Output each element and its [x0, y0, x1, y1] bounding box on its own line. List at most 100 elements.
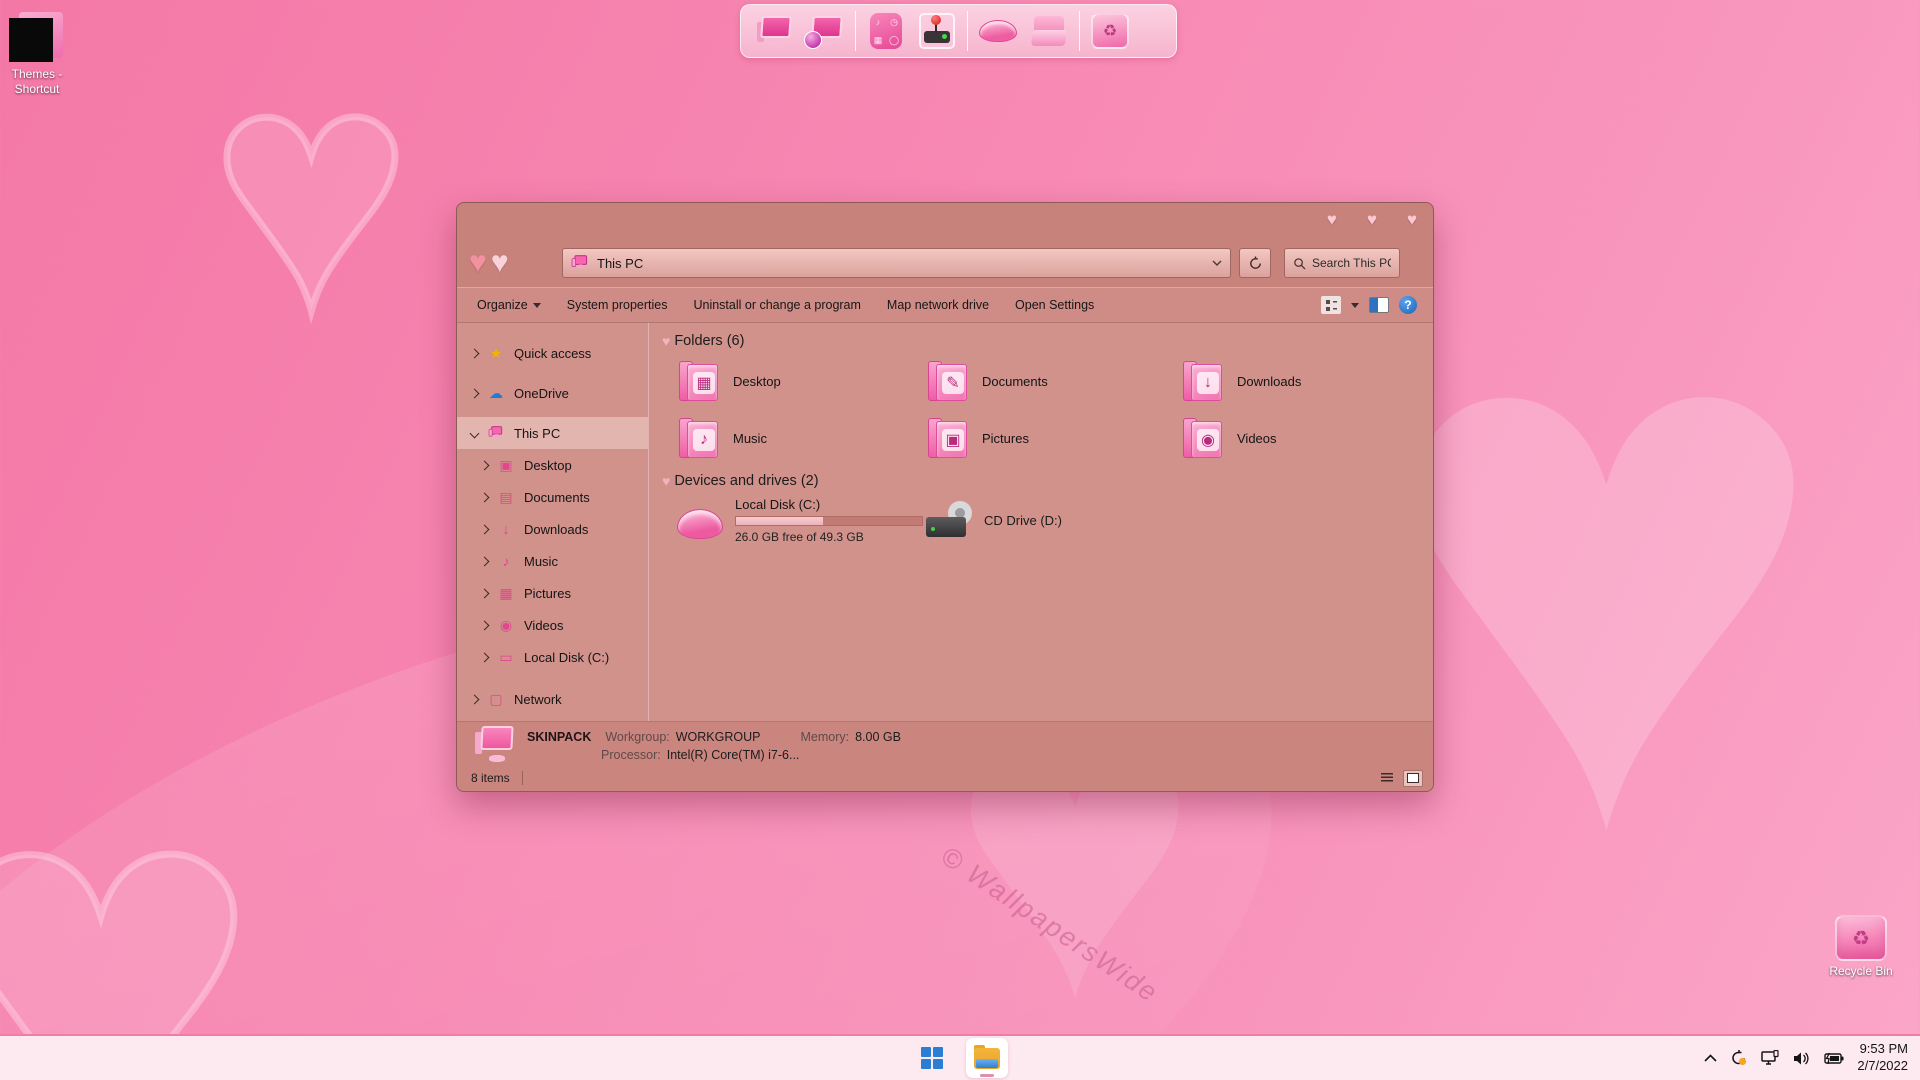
command-toolbar: Organize System properties Uninstall or …: [457, 287, 1433, 323]
sidebar-item-this-pc[interactable]: This PC: [457, 417, 648, 449]
desktop-icon-label: Themes - Shortcut: [0, 67, 80, 97]
preview-pane-button[interactable]: [1369, 297, 1389, 313]
chevron-right-icon[interactable]: [470, 388, 480, 398]
navigation-row: ♥ ♥ This PC Search This PC: [457, 239, 1433, 287]
drive-item-local-disk[interactable]: Local Disk (C:) 26.0 GB free of 49.3 GB: [677, 497, 926, 544]
address-dropdown-icon[interactable]: [1212, 260, 1222, 266]
documents-bag-icon[interactable]: [1028, 10, 1070, 52]
drive-item-cd[interactable]: CD Drive (D:): [926, 497, 1181, 544]
taskbar: 9:53 PM 2/7/2022: [0, 1034, 1920, 1080]
desktop-icon-themes-shortcut[interactable]: Themes - Shortcut: [0, 12, 80, 97]
folder-item-downloads[interactable]: ↓ Downloads: [1181, 358, 1431, 404]
desktop-icon-label: Recycle Bin: [1818, 964, 1904, 979]
tray-network-icon[interactable]: [1761, 1050, 1780, 1066]
folder-item-desktop[interactable]: ▦ Desktop: [677, 358, 926, 404]
view-dropdown-icon[interactable]: [1351, 303, 1359, 308]
disk-free-text: 26.0 GB free of 49.3 GB: [735, 530, 923, 544]
running-app-indicator: [980, 1074, 994, 1077]
wallpaper-heart: ♥: [1380, 180, 1831, 940]
start-button[interactable]: [912, 1038, 952, 1078]
help-button[interactable]: ?: [1399, 296, 1417, 314]
hard-disk-icon[interactable]: [977, 10, 1019, 52]
navigation-sidebar: ★ Quick access ☁ OneDrive This PC ▣ Desk: [457, 323, 648, 721]
minimize-button[interactable]: ♥: [1327, 210, 1337, 230]
organize-menu[interactable]: Organize: [477, 298, 541, 312]
chevron-down-icon[interactable]: [470, 428, 480, 438]
chevron-right-icon[interactable]: [480, 620, 490, 630]
folder-item-documents[interactable]: ✎ Documents: [926, 358, 1181, 404]
computer-name: SKINPACK: [527, 728, 591, 746]
dock-recycle-bin-icon[interactable]: ♻: [1089, 10, 1131, 52]
sidebar-item-quick-access[interactable]: ★ Quick access: [457, 337, 648, 369]
sidebar-item-downloads[interactable]: ↓ Downloads: [457, 513, 648, 545]
tray-update-icon[interactable]: [1730, 1049, 1748, 1067]
desktop-folder-icon: ▦: [677, 359, 721, 403]
close-button[interactable]: ♥: [1407, 210, 1417, 230]
file-explorer-icon: [974, 1048, 1000, 1069]
open-settings-button[interactable]: Open Settings: [1015, 298, 1094, 312]
sidebar-item-network[interactable]: ▢ Network: [457, 683, 648, 715]
local-disk-drive-icon: [677, 509, 723, 539]
chevron-right-icon[interactable]: [480, 460, 490, 470]
pictures-folder-icon: ▣: [926, 416, 970, 460]
address-path: This PC: [597, 256, 643, 271]
workgroup-value: WORKGROUP: [676, 728, 761, 746]
sidebar-item-videos[interactable]: ◉ Videos: [457, 609, 648, 641]
tray-battery-icon[interactable]: [1824, 1052, 1844, 1065]
sidebar-item-desktop[interactable]: ▣ Desktop: [457, 449, 648, 481]
clock-time: 9:53 PM: [1857, 1041, 1908, 1058]
folders-section-header[interactable]: ♥ Folders (6): [662, 333, 1431, 349]
details-view-button[interactable]: [1377, 770, 1397, 787]
sidebar-item-music[interactable]: ♪ Music: [457, 545, 648, 577]
tray-volume-icon[interactable]: [1793, 1051, 1811, 1066]
this-pc-icon: [487, 426, 505, 440]
items-count: 8 items: [471, 771, 510, 785]
local-disk-icon: ▭: [497, 649, 515, 666]
chevron-right-icon[interactable]: [470, 348, 480, 358]
uninstall-program-button[interactable]: Uninstall or change a program: [693, 298, 860, 312]
videos-icon: ◉: [497, 617, 515, 634]
change-view-button[interactable]: [1321, 296, 1341, 314]
chevron-right-icon[interactable]: [480, 524, 490, 534]
internet-globe-icon[interactable]: [804, 10, 846, 52]
address-bar[interactable]: This PC: [562, 248, 1231, 278]
sidebar-item-onedrive[interactable]: ☁ OneDrive: [457, 377, 648, 409]
my-computer-icon[interactable]: [753, 10, 795, 52]
sidebar-item-pictures[interactable]: ▦ Pictures: [457, 577, 648, 609]
chevron-right-icon[interactable]: [480, 492, 490, 502]
taskbar-file-explorer[interactable]: [966, 1038, 1008, 1078]
system-properties-button[interactable]: System properties: [567, 298, 668, 312]
drive-label: CD Drive (D:): [984, 513, 1062, 528]
downloads-icon: ↓: [497, 521, 515, 537]
chevron-right-icon[interactable]: [480, 652, 490, 662]
refresh-button[interactable]: [1239, 248, 1271, 278]
chevron-right-icon[interactable]: [480, 556, 490, 566]
explorer-window: ♥ ♥ ♥ ♥ ♥ This PC Search This PC: [456, 202, 1434, 792]
sidebar-item-local-disk[interactable]: ▭ Local Disk (C:): [457, 641, 648, 673]
maximize-button[interactable]: ♥: [1367, 210, 1377, 230]
chevron-right-icon[interactable]: [480, 588, 490, 598]
title-bar[interactable]: ♥ ♥ ♥: [457, 203, 1433, 239]
sidebar-item-documents[interactable]: ▤ Documents: [457, 481, 648, 513]
documents-folder-icon: ✎: [926, 359, 970, 403]
drive-label: Local Disk (C:): [735, 497, 923, 512]
this-pc-icon: [571, 255, 589, 271]
forward-button[interactable]: ♥: [491, 245, 509, 281]
games-icon[interactable]: [916, 10, 958, 52]
folder-item-pictures[interactable]: ▣ Pictures: [926, 415, 1181, 461]
back-button[interactable]: ♥: [469, 245, 487, 281]
chevron-right-icon[interactable]: [470, 694, 480, 704]
folder-item-videos[interactable]: ◉ Videos: [1181, 415, 1431, 461]
desktop-icon-recycle-bin[interactable]: ♻ Recycle Bin: [1818, 915, 1904, 979]
thumbnail-view-button[interactable]: [1403, 770, 1423, 787]
network-icon: ▢: [487, 691, 505, 708]
media-player-icon[interactable]: ♪◷▦◯: [865, 10, 907, 52]
folder-item-music[interactable]: ♪ Music: [677, 415, 926, 461]
map-network-drive-button[interactable]: Map network drive: [887, 298, 989, 312]
desktop-dock: ♪◷▦◯ ♻: [740, 4, 1177, 58]
tray-chevron-up-icon[interactable]: [1704, 1054, 1717, 1062]
drives-section-header[interactable]: ♥ Devices and drives (2): [662, 473, 1431, 489]
wallpaper-heart: ♥: [210, 20, 412, 360]
search-box[interactable]: Search This PC: [1284, 248, 1400, 278]
taskbar-clock[interactable]: 9:53 PM 2/7/2022: [1857, 1041, 1912, 1075]
